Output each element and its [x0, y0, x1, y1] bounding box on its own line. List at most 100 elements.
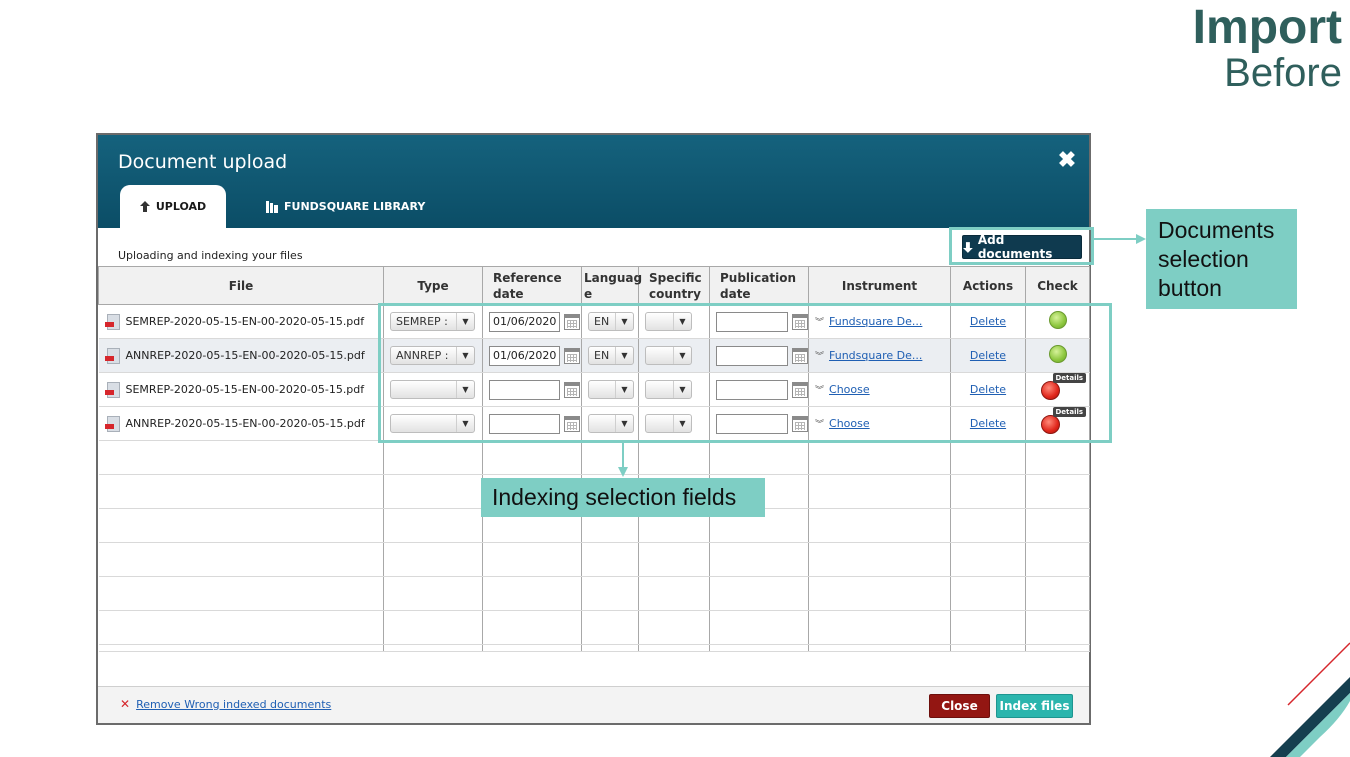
specific-country-select[interactable]: ▼	[645, 414, 692, 433]
publication-date-input[interactable]	[716, 345, 788, 366]
country-cell: ▼	[638, 304, 710, 339]
calendar-icon[interactable]	[564, 313, 580, 330]
instrument-link[interactable]: Fundsquare De...	[829, 349, 922, 362]
check-cell	[1025, 338, 1090, 373]
language-select[interactable]: EN ▼	[588, 346, 634, 365]
slide-title: Import Before	[1193, 3, 1342, 95]
remove-x-icon: ✕	[120, 697, 131, 711]
reference-date-cell	[482, 406, 582, 441]
details-button[interactable]: Details	[1052, 407, 1087, 417]
double-chevron-icon[interactable]: ︾	[815, 383, 824, 396]
col-header-publication-date[interactable]: Publication date	[709, 266, 809, 305]
instrument-link[interactable]: Fundsquare De...	[829, 315, 922, 328]
document-upload-dialog: Document upload ✖ UPLOAD FUNDSQUARE LIBR…	[96, 133, 1091, 725]
reference-date-input[interactable]	[489, 379, 560, 400]
file-cell: ANNREP-2020-05-15-EN-00-2020-05-15.pdf	[98, 338, 384, 373]
delete-link[interactable]: Delete	[970, 315, 1006, 328]
publication-date-input[interactable]	[716, 413, 788, 434]
add-documents-button[interactable]: Add documents	[962, 233, 1082, 261]
language-select-value: EN	[594, 315, 610, 328]
delete-link[interactable]: Delete	[970, 383, 1006, 396]
type-select[interactable]: ▼	[390, 380, 475, 399]
tab-fundsquare-library[interactable]: FUNDSQUARE LIBRARY	[266, 185, 425, 228]
details-button[interactable]: Details	[1052, 373, 1087, 383]
uploading-label: Uploading and indexing your files	[118, 249, 303, 262]
slide-title-line2: Before	[1224, 50, 1342, 95]
reference-date-input[interactable]: 01/06/2020	[489, 345, 560, 366]
connector-line	[1094, 238, 1140, 240]
col-header-reference-date[interactable]: Reference date	[482, 266, 582, 305]
check-ok-icon	[1048, 345, 1067, 363]
publication-date-cell	[709, 338, 809, 373]
country-cell: ▼	[638, 338, 710, 373]
index-files-button[interactable]: Index files	[996, 694, 1073, 718]
specific-country-select[interactable]: ▼	[645, 346, 692, 365]
language-cell: EN ▼	[581, 338, 639, 373]
remove-wrong-indexed-link[interactable]: Remove Wrong indexed documents	[136, 698, 331, 711]
check-cell	[1025, 304, 1090, 339]
language-select[interactable]: ▼	[588, 380, 634, 399]
col-header-file[interactable]: File	[98, 266, 384, 305]
instrument-cell: ︾ Fundsquare De...	[808, 338, 951, 373]
chevron-down-icon: ▼	[615, 381, 633, 398]
documents-selection-callout: Documents selection button	[1146, 209, 1297, 309]
tab-upload-label: UPLOAD	[155, 200, 207, 213]
reference-date-cell: 01/06/2020	[482, 304, 582, 339]
close-icon[interactable]: ✖	[1055, 147, 1079, 173]
close-button[interactable]: Close	[929, 694, 990, 718]
calendar-icon[interactable]	[792, 381, 808, 398]
col-header-instrument[interactable]: Instrument	[808, 266, 951, 305]
calendar-icon[interactable]	[564, 381, 580, 398]
dialog-header: Document upload ✖ UPLOAD FUNDSQUARE LIBR…	[98, 135, 1089, 228]
calendar-icon[interactable]	[564, 347, 580, 364]
tab-upload[interactable]: UPLOAD	[120, 185, 226, 228]
language-select-value: EN	[594, 349, 610, 362]
col-header-specific-country[interactable]: Specific country	[638, 266, 710, 305]
specific-country-select[interactable]: ▼	[645, 380, 692, 399]
specific-country-select[interactable]: ▼	[645, 312, 692, 331]
chevron-down-icon: ▼	[615, 415, 633, 432]
remove-wrong-indexed[interactable]: ✕ Remove Wrong indexed documents	[120, 697, 331, 711]
calendar-icon[interactable]	[792, 415, 808, 432]
language-select[interactable]: ▼	[588, 414, 634, 433]
col-header-language[interactable]: Languag e	[581, 266, 642, 305]
file-cell: SEMREP-2020-05-15-EN-00-2020-05-15.pdf	[98, 372, 384, 407]
chevron-down-icon: ▼	[456, 347, 474, 364]
delete-link[interactable]: Delete	[970, 349, 1006, 362]
publication-date-input[interactable]	[716, 379, 788, 400]
type-select[interactable]: SEMREP : ▼	[390, 312, 475, 331]
chevron-down-icon: ▼	[456, 415, 474, 432]
country-cell: ▼	[638, 406, 710, 441]
col-header-actions: Actions	[950, 266, 1026, 305]
chevron-down-icon: ▼	[673, 313, 691, 330]
delete-link[interactable]: Delete	[970, 417, 1006, 430]
type-select[interactable]: ▼	[390, 414, 475, 433]
double-chevron-icon[interactable]: ︾	[815, 349, 824, 362]
publication-date-input[interactable]	[716, 311, 788, 332]
empty-table-row	[98, 610, 1090, 645]
chevron-down-icon: ▼	[615, 313, 633, 330]
chevron-down-icon: ▼	[673, 415, 691, 432]
type-select[interactable]: ANNREP : ▼	[390, 346, 475, 365]
calendar-icon[interactable]	[792, 313, 808, 330]
double-chevron-icon[interactable]: ︾	[815, 417, 824, 430]
pdf-file-icon	[104, 415, 120, 432]
library-icon	[266, 200, 278, 213]
table-row: SEMREP-2020-05-15-EN-00-2020-05-15.pdf ▼…	[98, 372, 1090, 407]
check-error-indicator: Details	[1040, 373, 1087, 400]
table-row: ANNREP-2020-05-15-EN-00-2020-05-15.pdf ▼…	[98, 406, 1090, 441]
file-cell: SEMREP-2020-05-15-EN-00-2020-05-15.pdf	[98, 304, 384, 339]
reference-date-input[interactable]	[489, 413, 560, 434]
calendar-icon[interactable]	[792, 347, 808, 364]
reference-date-input[interactable]: 01/06/2020	[489, 311, 560, 332]
col-header-type[interactable]: Type	[383, 266, 483, 305]
type-cell: ANNREP : ▼	[383, 338, 483, 373]
calendar-icon[interactable]	[564, 415, 580, 432]
publication-date-cell	[709, 406, 809, 441]
double-chevron-icon[interactable]: ︾	[815, 315, 824, 328]
language-select[interactable]: EN ▼	[588, 312, 634, 331]
empty-table-row	[98, 576, 1090, 611]
instrument-choose-link[interactable]: Choose	[829, 417, 870, 430]
instrument-choose-link[interactable]: Choose	[829, 383, 870, 396]
type-cell: ▼	[383, 372, 483, 407]
